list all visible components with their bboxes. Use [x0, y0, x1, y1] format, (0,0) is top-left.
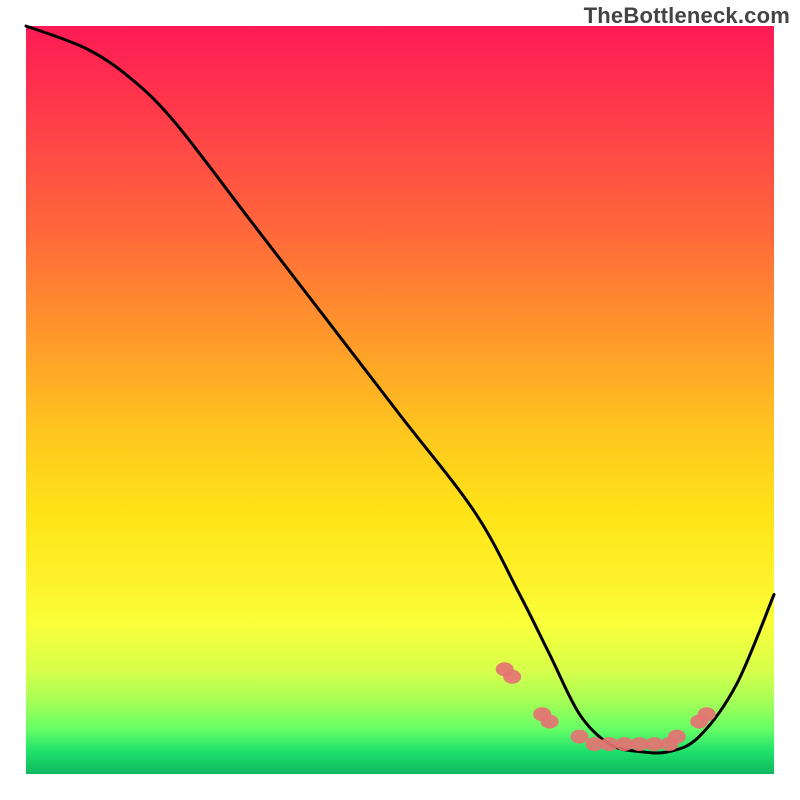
watermark-label: TheBottleneck.com [584, 3, 790, 29]
highlight-bead [571, 730, 589, 744]
highlight-beads [496, 662, 716, 751]
chart-svg [0, 0, 800, 800]
bottleneck-curve-line [26, 26, 774, 753]
highlight-bead [541, 715, 559, 729]
highlight-bead [668, 730, 686, 744]
highlight-bead [698, 707, 716, 721]
highlight-bead [503, 670, 521, 684]
bottleneck-chart: TheBottleneck.com [0, 0, 800, 800]
chart-lines [26, 26, 774, 753]
